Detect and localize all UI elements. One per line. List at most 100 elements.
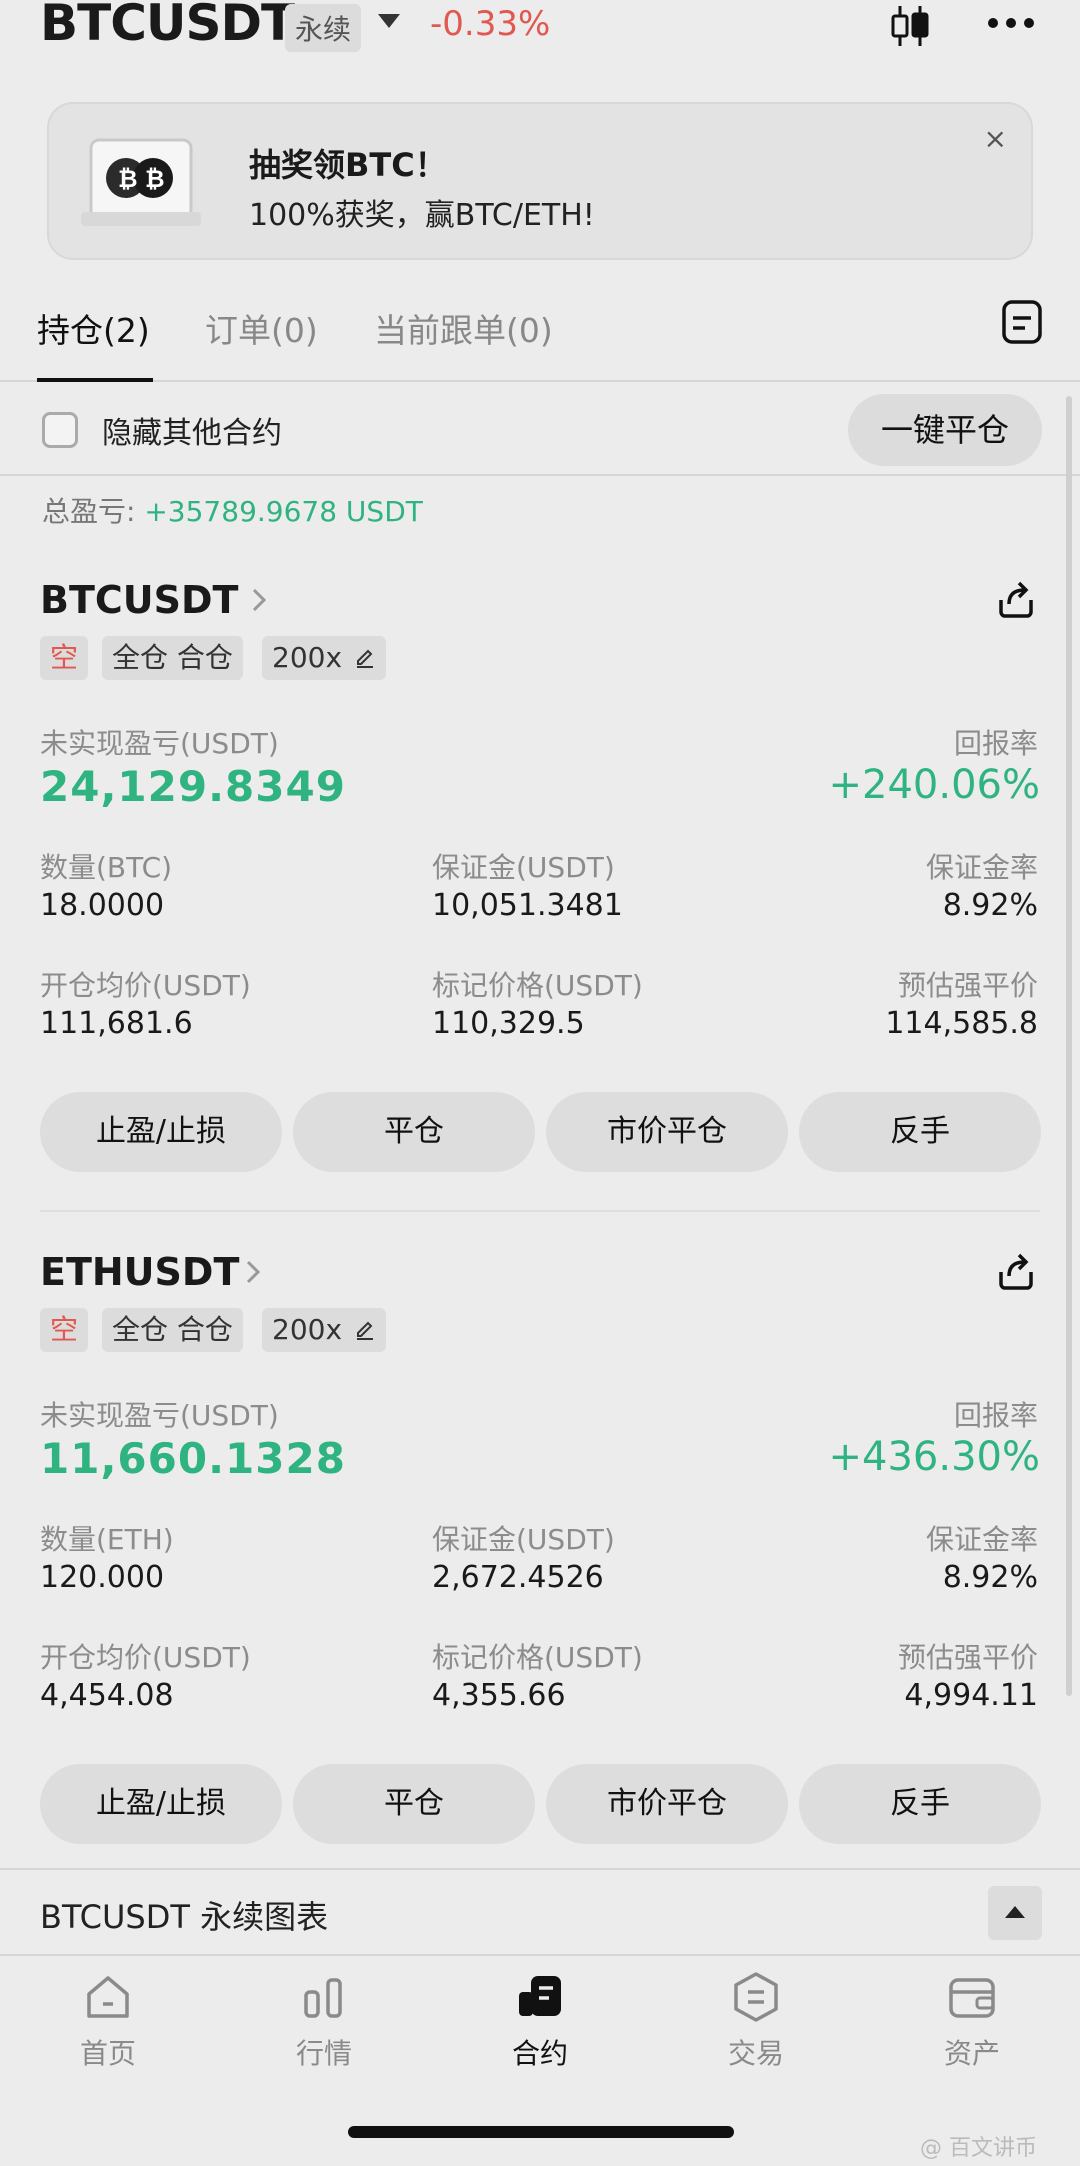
tp-sl-button[interactable]: 止盈/止损 <box>40 1764 282 1844</box>
liquidation-price-label: 预估强平价 <box>897 969 1038 1002</box>
nav-futures-label: 合约 <box>511 2037 568 2070</box>
home-icon <box>87 1976 129 2018</box>
roe-value: +240.06% <box>828 762 1040 808</box>
unrealized-pnl-value: 11,660.1328 <box>40 1434 346 1483</box>
leverage-value: 200x <box>272 641 343 674</box>
wallet-icon <box>949 1978 995 2018</box>
side-tag: 空 <box>40 1308 89 1352</box>
chart-section-label: BTCUSDT 永续图表 <box>40 1898 329 1936</box>
reverse-position-button[interactable]: 反手 <box>799 1764 1041 1844</box>
position-symbol[interactable]: BTCUSDT <box>40 578 238 622</box>
contract-type-tag[interactable]: 永续 <box>285 4 362 52</box>
liquidation-price-value: 114,585.8 <box>885 1006 1038 1041</box>
nav-market[interactable]: 行情 <box>254 1970 394 2072</box>
market-close-button[interactable]: 市价平仓 <box>546 1764 788 1844</box>
margin-mode-tag[interactable]: 全仓 合仓 <box>102 636 243 680</box>
watermark: @ 百文讲币 <box>920 2136 1037 2161</box>
close-position-button[interactable]: 平仓 <box>293 1764 535 1844</box>
total-pnl-value: +35789.9678 USDT <box>144 495 423 528</box>
filter-row: 隐藏其他合约 一键平仓 <box>0 384 1080 476</box>
tab-orders[interactable]: 订单(0) <box>205 304 318 352</box>
margin-value: 2,672.4526 <box>432 1560 604 1595</box>
futures-icon <box>519 1976 561 2016</box>
leverage-value: 200x <box>272 1313 343 1346</box>
close-position-button[interactable]: 平仓 <box>293 1092 535 1172</box>
margin-ratio-value: 8.92% <box>942 1560 1038 1595</box>
home-indicator[interactable] <box>348 2126 734 2138</box>
edit-icon[interactable] <box>354 646 376 668</box>
nav-trade[interactable]: 交易 <box>686 1970 826 2072</box>
banner-subtitle: 100%获奖，赢BTC/ETH! <box>249 198 595 233</box>
liquidation-price-label: 预估强平价 <box>897 1641 1038 1674</box>
quantity-label: 数量(BTC) <box>40 851 173 884</box>
margin-label: 保证金(USDT) <box>432 1523 615 1556</box>
total-pnl-label: 总盈亏: <box>42 495 145 528</box>
unrealized-pnl-label: 未实现盈亏(USDT) <box>40 1399 279 1432</box>
roe-value: +436.30% <box>828 1434 1040 1480</box>
hide-other-contracts-label[interactable]: 隐藏其他合约 <box>102 408 282 452</box>
candlestick-icon[interactable] <box>888 4 932 48</box>
nav-assets[interactable]: 资产 <box>902 1970 1042 2072</box>
trade-icon <box>734 1972 778 2022</box>
position-card-btc: BTCUSDT 空 全仓 合仓 200x 未实现盈亏(USDT) 回报率 24,… <box>0 578 1080 1178</box>
hide-other-contracts-checkbox[interactable] <box>42 412 78 448</box>
liquidation-price-value: 4,994.11 <box>904 1678 1038 1713</box>
tab-positions[interactable]: 持仓(2) <box>37 304 150 352</box>
leverage-tag[interactable]: 200x <box>262 1308 387 1352</box>
close-all-button[interactable]: 一键平仓 <box>848 394 1042 466</box>
scrollbar[interactable] <box>1066 396 1072 1696</box>
nav-futures[interactable]: 合约 <box>470 1970 610 2072</box>
reverse-position-button[interactable]: 反手 <box>799 1092 1041 1172</box>
card-divider <box>40 1210 1040 1212</box>
margin-label: 保证金(USDT) <box>432 851 615 884</box>
active-tab-indicator <box>37 378 153 382</box>
mark-price-label: 标记价格(USDT) <box>432 969 643 1002</box>
more-icon[interactable] <box>986 16 1036 30</box>
margin-value: 10,051.3481 <box>432 888 623 923</box>
position-symbol[interactable]: ETHUSDT <box>40 1250 239 1294</box>
symbol-title[interactable]: BTCUSDT <box>40 0 295 52</box>
close-icon[interactable]: × <box>984 122 1007 155</box>
chevron-down-icon[interactable] <box>378 14 400 28</box>
market-icon <box>304 1978 342 2018</box>
leverage-tag[interactable]: 200x <box>262 636 387 680</box>
roe-label: 回报率 <box>953 727 1038 760</box>
lottery-gift-icon: ₿ ₿ <box>81 138 201 226</box>
margin-ratio-label: 保证金率 <box>925 1523 1038 1556</box>
entry-price-value: 111,681.6 <box>40 1006 193 1041</box>
chevron-up-icon[interactable] <box>988 1886 1042 1940</box>
position-tabs: 持仓(2) 订单(0) 当前跟单(0) <box>0 290 1080 382</box>
top-bar: BTCUSDT 永续 -0.33% <box>0 0 1080 60</box>
nav-trade-label: 交易 <box>727 2037 784 2070</box>
mark-price-label: 标记价格(USDT) <box>432 1641 643 1674</box>
tab-copy-trades[interactable]: 当前跟单(0) <box>374 304 553 352</box>
promo-banner[interactable]: ₿ ₿ 抽奖领BTC！ 100%获奖，赢BTC/ETH! × <box>47 102 1033 260</box>
side-tag: 空 <box>40 636 89 680</box>
document-icon[interactable] <box>1000 298 1044 346</box>
unrealized-pnl-value: 24,129.8349 <box>40 762 346 811</box>
position-card-eth: ETHUSDT 空 全仓 合仓 200x 未实现盈亏(USDT) 回报率 11,… <box>0 1250 1080 1850</box>
roe-label: 回报率 <box>953 1399 1038 1432</box>
mark-price-value: 4,355.66 <box>432 1678 566 1713</box>
share-icon[interactable] <box>995 1250 1037 1292</box>
chevron-right-icon[interactable] <box>250 586 268 614</box>
chart-section-header[interactable]: BTCUSDT 永续图表 <box>0 1868 1080 1956</box>
nav-assets-label: 资产 <box>943 2037 1000 2070</box>
banner-title: 抽奖领BTC！ <box>249 146 447 184</box>
share-icon[interactable] <box>995 578 1037 620</box>
tp-sl-button[interactable]: 止盈/止损 <box>40 1092 282 1172</box>
svg-text:₿: ₿ <box>145 165 165 193</box>
margin-mode-tag[interactable]: 全仓 合仓 <box>102 1308 243 1352</box>
svg-text:₿: ₿ <box>118 165 138 193</box>
entry-price-value: 4,454.08 <box>40 1678 174 1713</box>
entry-price-label: 开仓均价(USDT) <box>40 969 251 1002</box>
total-pnl: 总盈亏: +35789.9678 USDT <box>42 490 423 530</box>
price-change: -0.33% <box>430 4 551 44</box>
nav-home-label: 首页 <box>79 2037 136 2070</box>
quantity-label: 数量(ETH) <box>40 1523 174 1556</box>
chevron-right-icon[interactable] <box>244 1258 262 1286</box>
edit-icon[interactable] <box>354 1318 376 1340</box>
nav-market-label: 行情 <box>295 2037 352 2070</box>
nav-home[interactable]: 首页 <box>38 1970 178 2072</box>
market-close-button[interactable]: 市价平仓 <box>546 1092 788 1172</box>
